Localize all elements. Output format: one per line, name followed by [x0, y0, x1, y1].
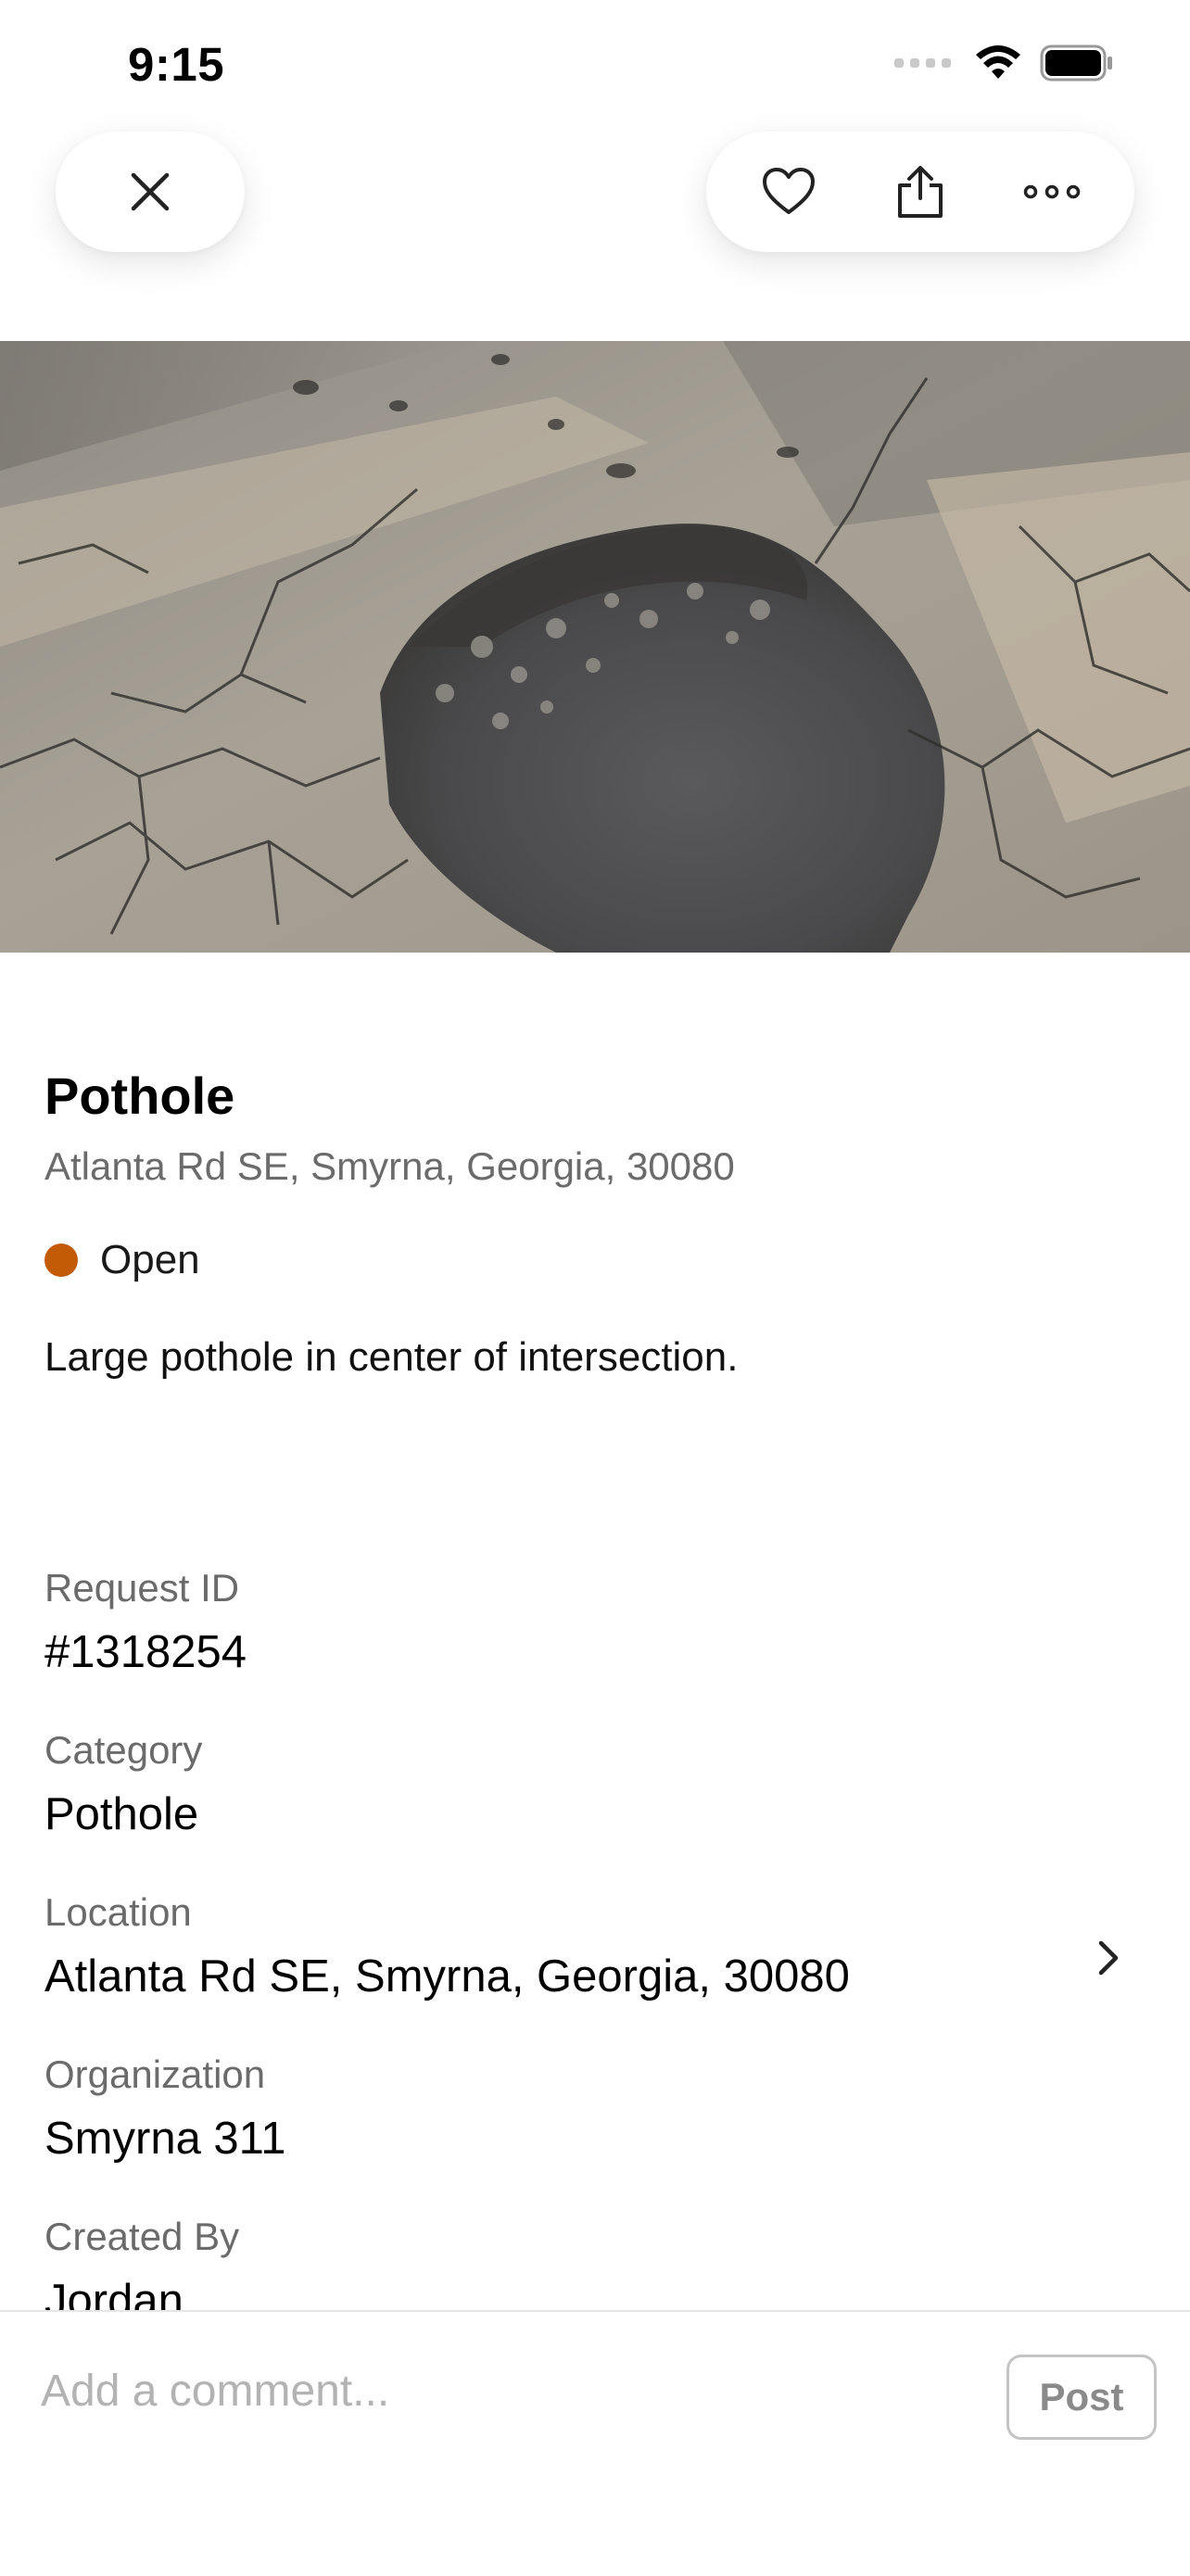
share-icon: [898, 166, 943, 218]
detail-created-by: Created By Jordan: [44, 2217, 1147, 2324]
post-button[interactable]: Post: [1006, 2355, 1157, 2440]
close-icon: [131, 172, 170, 211]
more-icon: [1023, 184, 1081, 199]
status-text: Open: [100, 1237, 200, 1282]
share-button[interactable]: [874, 145, 967, 238]
detail-label: Organization: [44, 2052, 266, 2096]
cellular-signal-icon: [894, 58, 951, 68]
status-time: 9:15: [128, 38, 225, 91]
battery-icon: [1040, 44, 1112, 82]
detail-label: Location: [44, 1890, 192, 1934]
action-toolbar: [706, 132, 1134, 252]
status-icons: [894, 44, 1114, 82]
request-title: Pothole: [44, 1067, 235, 1125]
detail-value: Pothole: [44, 1789, 199, 1839]
detail-location[interactable]: Location Atlanta Rd SE, Smyrna, Georgia,…: [44, 1893, 1147, 2000]
status-badge: Open: [44, 1237, 200, 1283]
comment-bar: Post: [0, 2310, 1190, 2576]
detail-value: Smyrna 311: [44, 2114, 286, 2164]
request-description: Large pothole in center of intersection.: [44, 1334, 739, 1380]
detail-label: Category: [44, 1728, 203, 1772]
chevron-right-icon: [1098, 1940, 1119, 1976]
pothole-photo[interactable]: [0, 341, 1190, 953]
heart-icon: [763, 168, 815, 214]
detail-request-id: Request ID #1318254: [44, 1569, 1147, 1675]
detail-label: Created By: [44, 2215, 240, 2258]
detail-label: Request ID: [44, 1566, 240, 1610]
detail-organization: Organization Smyrna 311: [44, 2055, 1147, 2162]
detail-value: #1318254: [44, 1627, 247, 1677]
close-button[interactable]: [56, 132, 245, 252]
more-button[interactable]: [1006, 145, 1098, 238]
comment-input[interactable]: [41, 2358, 949, 2423]
detail-category: Category Pothole: [44, 1731, 1147, 1837]
status-bar: 9:15: [0, 0, 1190, 130]
wifi-icon: [976, 45, 1020, 79]
detail-value: Atlanta Rd SE, Smyrna, Georgia, 30080: [44, 1951, 850, 2001]
status-indicator-dot: [44, 1244, 78, 1277]
request-address: Atlanta Rd SE, Smyrna, Georgia, 30080: [44, 1144, 735, 1188]
favorite-button[interactable]: [742, 145, 835, 238]
